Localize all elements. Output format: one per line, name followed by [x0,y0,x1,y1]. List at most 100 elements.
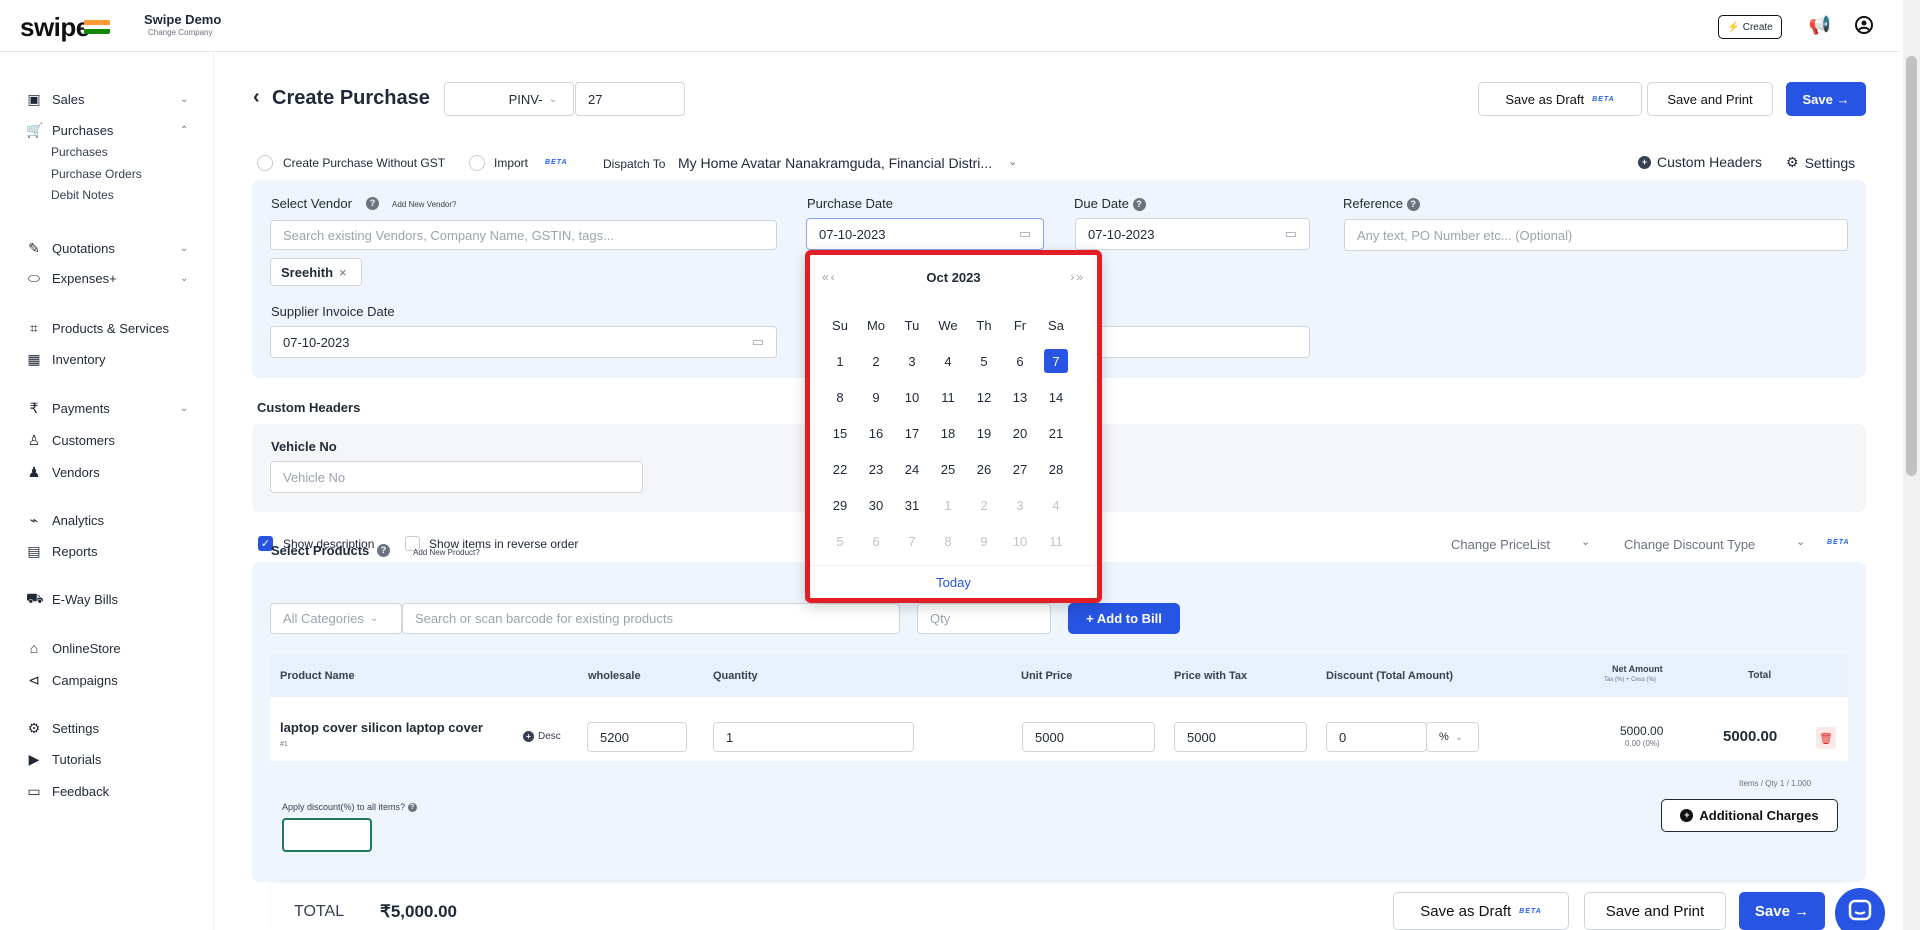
calendar-day[interactable]: 24 [894,451,930,487]
unit-price-input[interactable]: 5000 [1022,722,1155,752]
notes-input[interactable] [1075,326,1310,358]
qty-input[interactable]: Qty [917,603,1051,634]
sidebar-item-vendors[interactable]: ♟ Vendors [0,459,214,485]
calendar-day[interactable]: 26 [966,451,1002,487]
save-button[interactable]: Save → [1786,82,1866,116]
calendar-day[interactable]: 30 [858,487,894,523]
vendor-chip[interactable]: Sreehith × [270,258,362,286]
calendar-day[interactable]: 3 [1002,487,1038,523]
sidebar-item-quotations[interactable]: ✎ Quotations ⌄ [0,235,214,261]
chevron-down-icon[interactable]: ⌄ [180,243,188,254]
sidebar-item-campaigns[interactable]: ⊲ Campaigns [0,667,214,693]
calendar-day[interactable]: 6 [1002,343,1038,379]
footer-save-print-button[interactable]: Save and Print [1584,892,1726,930]
calendar-day[interactable]: 17 [894,415,930,451]
calendar-day[interactable]: 2 [858,343,894,379]
calendar-day-selected[interactable]: 7 [1038,343,1074,379]
save-print-button[interactable]: Save and Print [1647,82,1773,116]
create-button[interactable]: ⚡ Create [1718,15,1782,39]
account-icon[interactable] [1853,14,1875,36]
sidebar-item-customers[interactable]: ♙ Customers [0,427,214,453]
sidebar-item-expenses[interactable]: ⬭ Expenses+ ⌄ [0,265,214,291]
discount-input[interactable]: 0 [1326,722,1427,752]
sidebar-item-onlinestore[interactable]: ⌂ OnlineStore [0,635,214,661]
help-icon[interactable]: ? [1406,198,1420,212]
delete-icon[interactable]: 🗑 [1816,727,1836,749]
calendar-day[interactable]: 4 [1038,487,1074,523]
sidebar-item-tutorials[interactable]: ▶ Tutorials [0,746,214,772]
chevron-up-icon[interactable]: ⌃ [180,125,188,136]
desc-button[interactable]: + Desc [523,731,561,742]
change-pricelist-select[interactable]: Change PriceList [1451,537,1550,552]
calendar-day[interactable]: 10 [894,379,930,415]
sidebar-subitem-purchase-orders[interactable]: Purchase Orders [51,167,142,181]
reference-input[interactable]: Any text, PO Number etc... (Optional) [1344,219,1848,251]
close-icon[interactable]: × [339,265,347,280]
chevron-down-icon[interactable]: ⌄ [180,273,188,284]
sidebar-item-settings[interactable]: ⚙ Settings [0,715,214,741]
company-name[interactable]: Swipe Demo [144,12,221,27]
change-discount-select[interactable]: Change Discount Type [1624,537,1755,552]
calendar-day[interactable]: 4 [930,343,966,379]
invoice-number-input[interactable]: 27 [575,82,685,116]
calendar-day[interactable]: 5 [822,523,858,559]
today-button[interactable]: Today [810,565,1097,599]
calendar-day[interactable]: 9 [858,379,894,415]
quantity-input[interactable]: 1 [713,722,914,752]
chevron-down-icon[interactable]: ⌄ [180,403,188,414]
sidebar-item-purchases[interactable]: 🛒 Purchases ⌃ [0,117,214,143]
discount-type-select[interactable]: % ⌄ [1426,722,1479,752]
add-vendor-link[interactable]: Add New Vendor? [392,200,457,209]
calendar-day[interactable]: 15 [822,415,858,451]
calendar-day[interactable]: 1 [930,487,966,523]
due-date-input[interactable]: 07-10-2023 ▭ [1075,218,1310,250]
price-with-tax-input[interactable]: 5000 [1174,722,1307,752]
sidebar-item-inventory[interactable]: ▦ Inventory [0,346,214,372]
calendar-day[interactable]: 19 [966,415,1002,451]
megaphone-icon[interactable]: 📢 [1809,14,1831,36]
footer-save-button[interactable]: Save → [1739,892,1825,930]
calendar-day[interactable]: 31 [894,487,930,523]
calendar-day[interactable]: 11 [1038,523,1074,559]
save-draft-button[interactable]: Save as Draft BETA [1478,82,1642,116]
product-name[interactable]: laptop cover silicon laptop cover [280,720,483,735]
change-company-link[interactable]: Change Company [148,28,212,37]
help-icon[interactable]: ? [366,197,379,210]
additional-charges-button[interactable]: + Additional Charges [1661,799,1838,832]
back-chevron-icon[interactable]: ‹ [253,86,260,109]
purchase-date-input[interactable]: 07-10-2023 ▭ [806,218,1044,250]
help-icon[interactable]: ? [377,544,390,557]
without-gst-checkbox[interactable] [257,155,273,171]
sidebar-subitem-purchases[interactable]: Purchases [51,145,108,159]
calendar-day[interactable]: 8 [822,379,858,415]
sidebar-item-analytics[interactable]: ⌁ Analytics [0,507,214,533]
sidebar-item-e-way-bills[interactable]: ⛟ E-Way Bills [0,586,214,612]
calendar-day[interactable]: 11 [930,379,966,415]
categories-select[interactable]: All Categories ⌄ [270,603,402,634]
vendor-search-input[interactable]: Search existing Vendors, Company Name, G… [270,220,777,250]
calendar-day[interactable]: 10 [1002,523,1038,559]
product-search-input[interactable]: Search or scan barcode for existing prod… [402,603,900,634]
calendar-day[interactable]: 2 [966,487,1002,523]
calendar-day[interactable]: 25 [930,451,966,487]
prefix-select[interactable]: PINV- ⌄ [444,82,574,116]
next-month-next-year-icon[interactable]: ›» [1070,270,1085,284]
custom-headers-button[interactable]: + Custom Headers [1638,154,1762,170]
footer-save-draft-button[interactable]: Save as Draft BETA [1393,892,1569,930]
sidebar-item-feedback[interactable]: ▭ Feedback [0,778,214,804]
calendar-month-year[interactable]: Oct 2023 [926,270,980,285]
calendar-day[interactable]: 14 [1038,379,1074,415]
prev-year-prev-month-icon[interactable]: «‹ [822,270,837,284]
chat-icon[interactable] [1835,888,1885,930]
calendar-day[interactable]: 27 [1002,451,1038,487]
calendar-day[interactable]: 1 [822,343,858,379]
calendar-day[interactable]: 7 [894,523,930,559]
help-icon[interactable]: ? [1132,198,1146,212]
calendar-day[interactable]: 23 [858,451,894,487]
calendar-day[interactable]: 8 [930,523,966,559]
sidebar-item-reports[interactable]: ▤ Reports [0,538,214,564]
calendar-day[interactable]: 28 [1038,451,1074,487]
calendar-day[interactable]: 9 [966,523,1002,559]
calendar-day[interactable]: 29 [822,487,858,523]
wholesale-input[interactable]: 5200 [587,722,687,752]
